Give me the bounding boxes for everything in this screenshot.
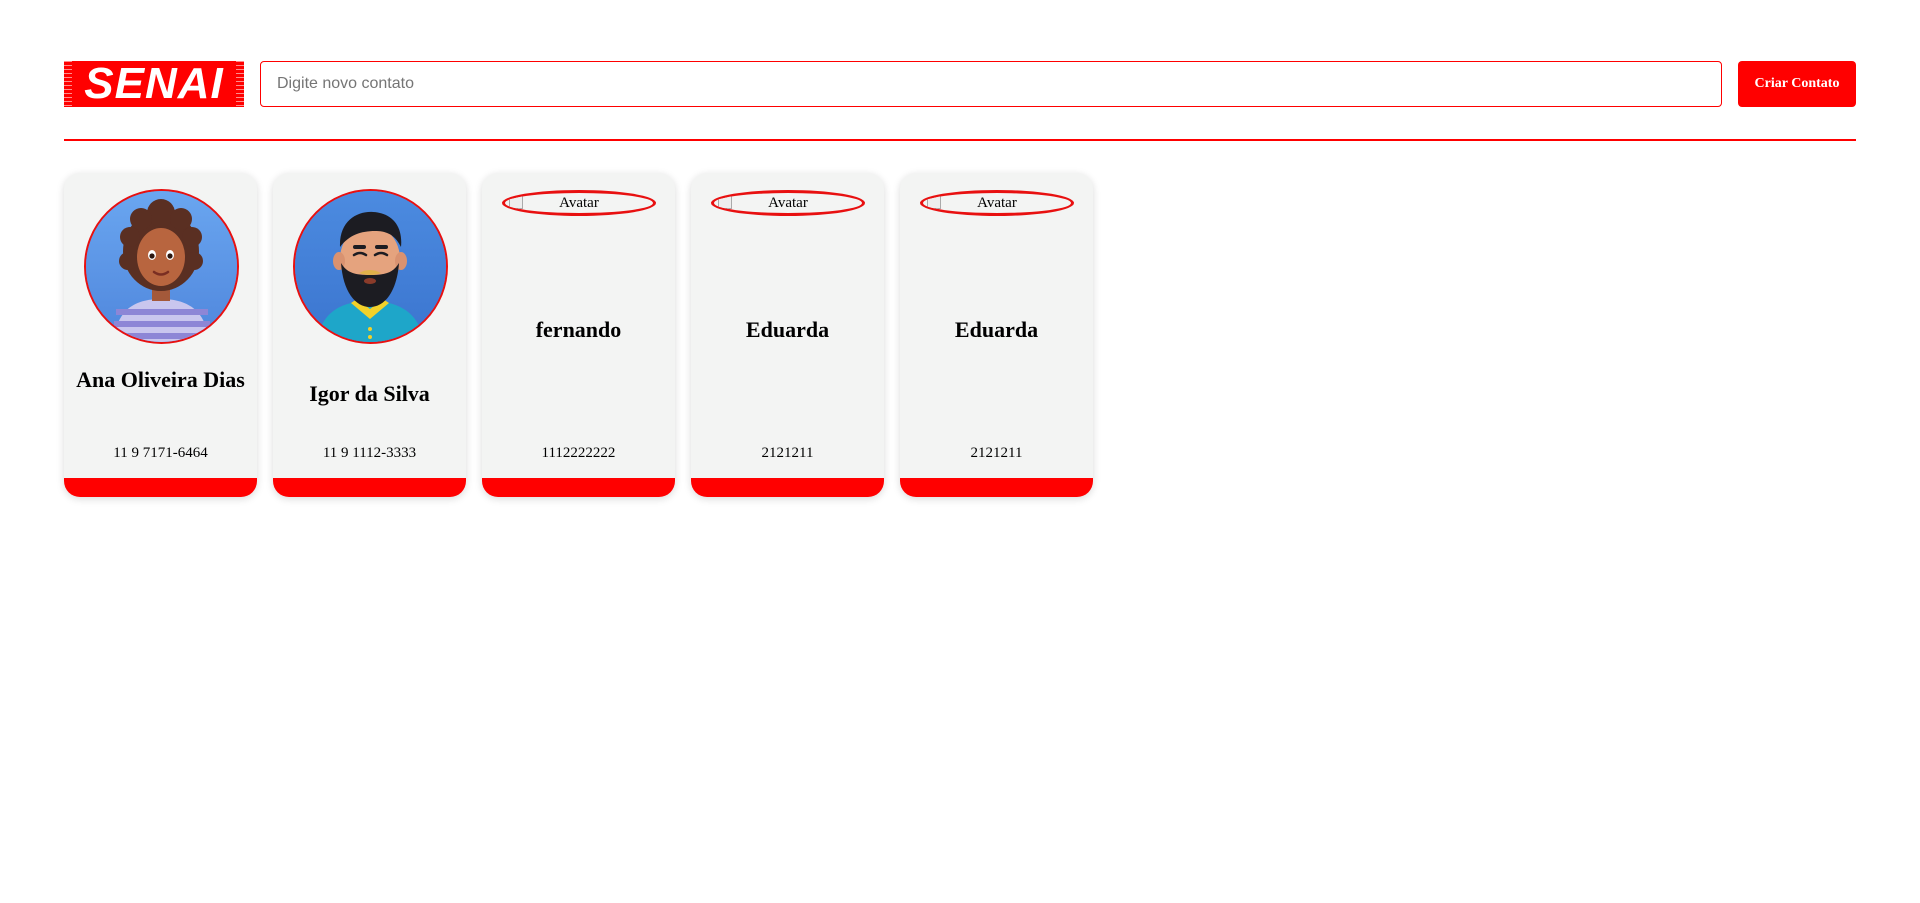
contact-list: Ana Oliveira Dias 11 9 7171-6464 Igor da… — [64, 173, 1093, 497]
man-avatar-illustration — [295, 191, 446, 342]
woman-avatar-illustration — [86, 191, 237, 342]
contact-card[interactable]: Igor da Silva 11 9 1112-3333 — [273, 173, 466, 497]
contact-name: fernando — [535, 317, 622, 342]
contact-card[interactable]: Ana Oliveira Dias 11 9 7171-6464 — [64, 173, 257, 497]
avatar-alt-text: Avatar — [768, 194, 808, 211]
contact-name: Eduarda — [954, 317, 1039, 342]
header-divider — [64, 139, 1856, 141]
create-contact-button[interactable]: Criar Contato — [1738, 61, 1856, 107]
broken-avatar-image: Avatar — [711, 190, 865, 216]
contact-name: Ana Oliveira Dias — [76, 367, 245, 392]
senai-logo: SENAI — [64, 61, 244, 107]
woman-avatar-icon — [84, 189, 239, 344]
contact-card[interactable]: Avatar Eduarda 2121211 — [900, 173, 1093, 497]
contact-phone: 11 9 7171-6464 — [113, 445, 208, 461]
contact-name: Eduarda — [745, 317, 830, 342]
logo-text: SENAI — [72, 61, 236, 107]
contact-card[interactable]: Avatar fernando 1112222222 — [482, 173, 675, 497]
card-footer-bar — [482, 478, 675, 497]
avatar-alt-text: Avatar — [977, 194, 1017, 211]
contact-name: Igor da Silva — [309, 381, 430, 406]
broken-avatar-image: Avatar — [502, 190, 656, 216]
contact-phone: 1112222222 — [541, 445, 616, 461]
contact-phone: 11 9 1112-3333 — [322, 445, 417, 461]
contact-card[interactable]: Avatar Eduarda 2121211 — [691, 173, 884, 497]
avatar-alt-text: Avatar — [559, 194, 599, 211]
contact-phone: 2121211 — [761, 445, 814, 461]
broken-avatar-image: Avatar — [920, 190, 1074, 216]
bearded-man-avatar-icon — [293, 189, 448, 344]
broken-image-icon — [927, 195, 941, 209]
new-contact-input[interactable] — [260, 61, 1722, 107]
card-footer-bar — [900, 478, 1093, 497]
card-footer-bar — [691, 478, 884, 497]
card-footer-bar — [273, 478, 466, 497]
header: SENAI Criar Contato — [64, 61, 1856, 107]
broken-image-icon — [718, 195, 732, 209]
contact-phone: 2121211 — [970, 445, 1023, 461]
broken-image-icon — [509, 195, 523, 209]
card-footer-bar — [64, 478, 257, 497]
